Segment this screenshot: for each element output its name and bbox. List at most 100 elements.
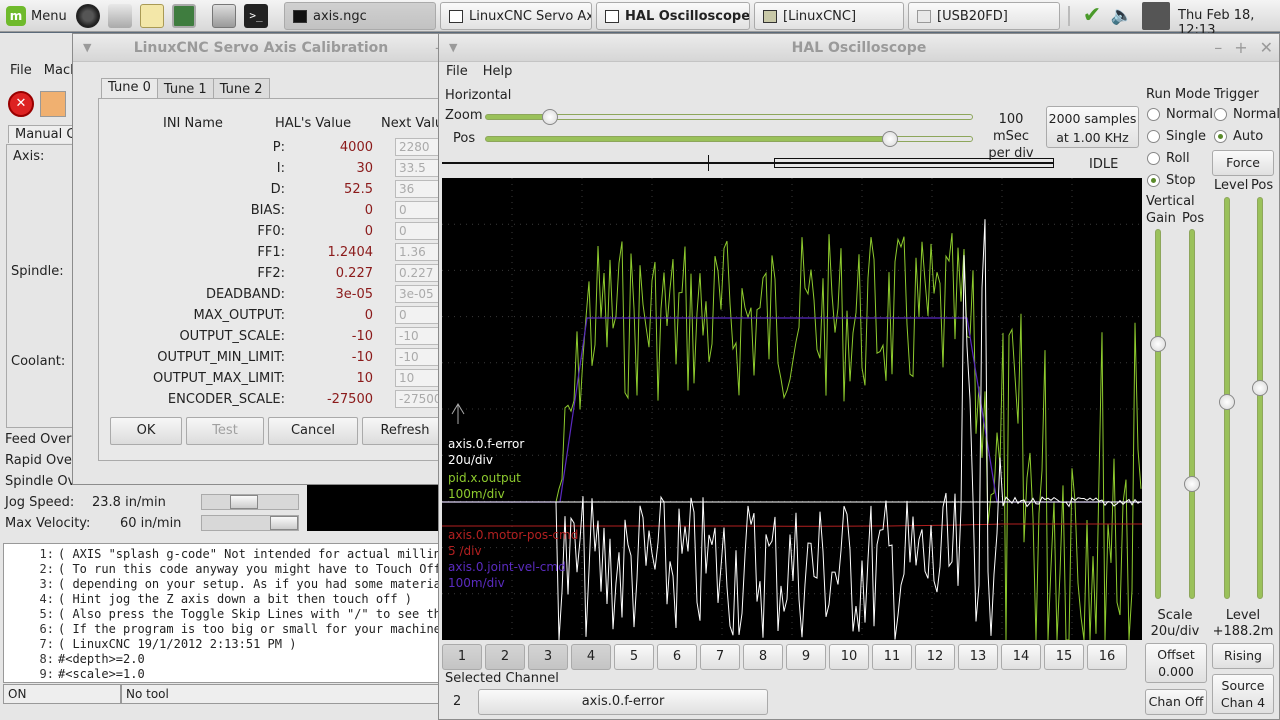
acquire-settings-button[interactable]: 2000 samples at 1.00 KHz — [1046, 106, 1139, 148]
task-linuxcnc-folder[interactable]: [LinuxCNC] — [754, 2, 904, 30]
task-hal-oscilloscope[interactable]: HAL Oscilloscope — [596, 2, 750, 30]
channel-button-10[interactable]: 10 — [829, 644, 869, 670]
run-mode-normal[interactable]: Normal — [1147, 107, 1213, 122]
vertical-gain-knob[interactable] — [1150, 336, 1166, 352]
channel-button-2[interactable]: 2 — [485, 644, 525, 670]
code-text: #<scale>=1.0 — [58, 667, 145, 681]
launcher-webcam[interactable] — [74, 2, 102, 30]
source-line1: Source — [1221, 678, 1265, 693]
axis-menu-file[interactable]: File — [10, 63, 32, 78]
channel-button-6[interactable]: 6 — [657, 644, 697, 670]
window-menu-icon[interactable]: ▼ — [83, 34, 91, 62]
code-line[interactable]: 1: ( AXIS "splash g-code" Not intended fo… — [4, 547, 438, 562]
scope-display[interactable]: axis.0.f-error 20u/div pid.x.output 100m… — [442, 178, 1142, 640]
force-trigger-button[interactable]: Force — [1212, 150, 1274, 176]
estop-icon[interactable]: ✕ — [8, 91, 34, 117]
channel-button-12[interactable]: 12 — [915, 644, 955, 670]
scope-titlebar[interactable]: ▼ HAL Oscilloscope – + ✕ — [439, 34, 1279, 62]
max-velocity-slider[interactable] — [201, 515, 299, 531]
channel-button-15[interactable]: 15 — [1044, 644, 1084, 670]
code-line[interactable]: 2: ( To run this code anyway you might ha… — [4, 562, 438, 577]
update-shield-icon[interactable]: ✔ — [1078, 2, 1106, 30]
menu-button[interactable]: m Menu — [3, 2, 69, 30]
selected-channel-signal-button[interactable]: axis.0.f-error — [478, 689, 768, 715]
param-row: MAX_OUTPUT: 0 0 — [103, 306, 475, 327]
trigger-normal[interactable]: Normal — [1214, 107, 1280, 122]
channel-button-14[interactable]: 14 — [1001, 644, 1041, 670]
chan-off-button[interactable]: Chan Off — [1145, 689, 1207, 715]
channel-button-8[interactable]: 8 — [743, 644, 783, 670]
test-button[interactable]: Test — [186, 417, 264, 445]
channel-button-9[interactable]: 9 — [786, 644, 826, 670]
scope-menu-file[interactable]: File — [446, 64, 468, 79]
rising-edge-button[interactable]: Rising — [1212, 643, 1274, 669]
param-row: OUTPUT_MIN_LIMIT: -10 -10 — [103, 348, 475, 369]
vertical-pos-knob[interactable] — [1184, 476, 1200, 492]
code-line[interactable]: 7: ( LinuxCNC 19/1/2012 2:13:51 PM ) — [4, 637, 438, 652]
channel-button-1[interactable]: 1 — [442, 644, 482, 670]
code-line[interactable]: 6: ( If the program is too big or small f… — [4, 622, 438, 637]
offset-button[interactable]: Offset 0.000 — [1145, 643, 1207, 683]
trigger-label: Trigger — [1214, 87, 1259, 102]
run-mode-single[interactable]: Single — [1147, 129, 1206, 144]
trigger-auto[interactable]: Auto — [1214, 129, 1263, 144]
launcher-desktop[interactable] — [170, 2, 198, 30]
minimize-icon[interactable]: – — [1214, 34, 1222, 62]
launcher-terminal[interactable]: >_ — [242, 2, 270, 30]
zoom-slider-knob[interactable] — [542, 109, 558, 125]
launcher-files[interactable] — [210, 2, 238, 30]
trigger-pos-knob[interactable] — [1252, 380, 1268, 396]
next-value-header: Next Valu — [381, 116, 444, 131]
trigger-pos-slider[interactable] — [1257, 197, 1263, 599]
window-menu-icon[interactable]: ▼ — [449, 34, 457, 62]
position-slider[interactable] — [485, 136, 973, 142]
task-axis-ngc[interactable]: axis.ngc — [284, 2, 436, 30]
channel-button-7[interactable]: 7 — [700, 644, 740, 670]
position-slider-knob[interactable] — [882, 131, 898, 147]
code-line[interactable]: 4: ( Hint jog the Z axis down a bit then … — [4, 592, 438, 607]
ok-button[interactable]: OK — [110, 417, 182, 445]
launcher-linuxcnc[interactable] — [106, 2, 134, 30]
code-line[interactable]: 9: #<scale>=1.0 — [4, 667, 438, 682]
refresh-button[interactable]: Refresh — [362, 417, 448, 445]
display-window-bracket[interactable] — [774, 158, 1054, 168]
volume-icon[interactable]: 🔈 — [1108, 2, 1136, 30]
code-line[interactable]: 8: #<depth>=2.0 — [4, 652, 438, 667]
channel-button-5[interactable]: 5 — [614, 644, 654, 670]
channel-button-4[interactable]: 4 — [571, 644, 611, 670]
slider-handle[interactable] — [230, 495, 258, 509]
code-line[interactable]: 3: ( depending on your setup. As if you h… — [4, 577, 438, 592]
gcode-listing[interactable]: 1: ( AXIS "splash g-code" Not intended fo… — [3, 543, 439, 683]
run-mode-stop[interactable]: Stop — [1147, 173, 1196, 188]
jog-speed-slider[interactable] — [201, 494, 299, 510]
channel-button-3[interactable]: 3 — [528, 644, 568, 670]
tab-tune-1[interactable]: Tune 1 — [156, 78, 214, 100]
trigger-source-button[interactable]: Source Chan 4 — [1212, 674, 1274, 714]
param-row: DEADBAND: 3e-05 3e-05 — [103, 285, 475, 306]
run-mode-label: Run Mode — [1146, 87, 1211, 102]
tab-tune-0[interactable]: Tune 0 — [101, 78, 158, 100]
channel-button-16[interactable]: 16 — [1087, 644, 1127, 670]
calibration-titlebar[interactable]: ▼ LinuxCNC Servo Axis Calibration – — [73, 34, 449, 62]
zoom-slider[interactable] — [485, 114, 973, 120]
cancel-button[interactable]: Cancel — [268, 417, 358, 445]
maximize-icon[interactable]: + — [1234, 34, 1247, 62]
run-mode-roll[interactable]: Roll — [1147, 151, 1190, 166]
power-icon[interactable] — [40, 91, 66, 117]
code-line[interactable]: 5: ( Also press the Toggle Skip Lines wit… — [4, 607, 438, 622]
close-icon[interactable]: ✕ — [1260, 34, 1273, 62]
network-icon[interactable] — [1142, 2, 1170, 30]
launcher-editor[interactable] — [138, 2, 166, 30]
slider-handle[interactable] — [270, 516, 298, 530]
vertical-pos-slider[interactable] — [1189, 229, 1195, 599]
trigger-level-knob[interactable] — [1219, 394, 1235, 410]
webcam-icon — [76, 4, 100, 28]
vertical-gain-slider[interactable] — [1155, 229, 1161, 599]
task-servo-calibration[interactable]: LinuxCNC Servo Ax... — [440, 2, 592, 30]
tab-tune-2[interactable]: Tune 2 — [212, 78, 270, 100]
scope-menu-help[interactable]: Help — [483, 64, 513, 79]
channel-button-11[interactable]: 11 — [872, 644, 912, 670]
samples-line1: 2000 samples — [1048, 111, 1137, 126]
channel-button-13[interactable]: 13 — [958, 644, 998, 670]
task-usb20fd[interactable]: [USB20FD] — [908, 2, 1060, 30]
